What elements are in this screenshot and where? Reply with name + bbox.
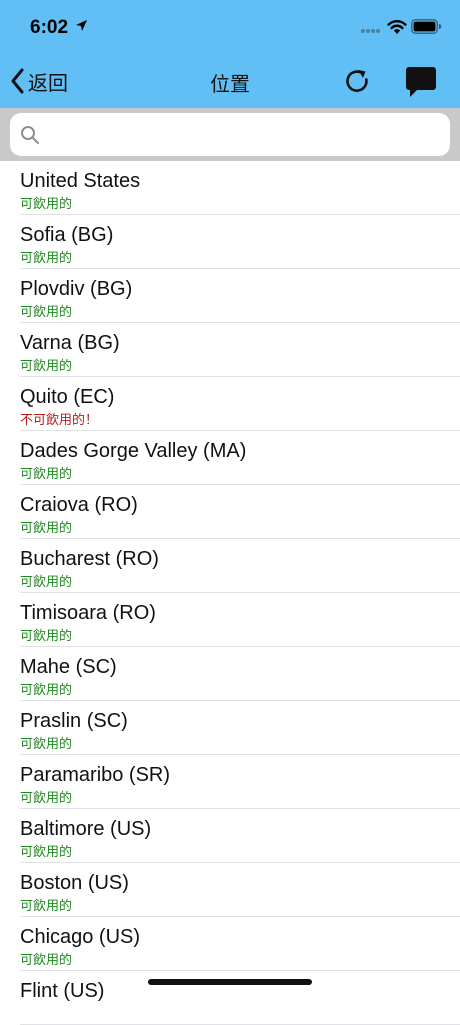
status-bar: 6:02	[0, 0, 460, 56]
search-bar	[0, 108, 460, 161]
list-item[interactable]: Plovdiv (BG) 可飲用的	[20, 269, 460, 323]
location-arrow-icon	[76, 20, 87, 31]
location-name: Boston (US)	[20, 872, 129, 894]
list-item[interactable]: Praslin (SC) 可飲用的	[20, 701, 460, 755]
water-status: 可飲用的	[20, 790, 73, 805]
location-list: United States 可飲用的 Sofia (BG) 可飲用的 Plovdiv (…	[0, 161, 460, 1025]
water-status: 可飲用的	[20, 250, 73, 265]
refresh-icon	[346, 70, 368, 92]
cellular-signal-icon	[361, 29, 380, 33]
water-status: 可飲用的	[20, 844, 73, 859]
battery-icon	[411, 19, 442, 34]
water-status: 可飲用的	[20, 736, 73, 751]
location-name: Bucharest (RO)	[20, 548, 159, 570]
water-status: 可飲用的	[20, 358, 73, 373]
location-name: Quito (EC)	[20, 386, 115, 408]
water-status: 可飲用的	[20, 466, 73, 481]
location-name: Flint (US)	[20, 980, 105, 1002]
list-item[interactable]: Chicago (US) 可飲用的	[20, 917, 460, 971]
location-name: Chicago (US)	[20, 926, 141, 948]
refresh-button[interactable]	[342, 66, 372, 101]
location-name: Dades Gorge Valley (MA)	[20, 440, 247, 462]
location-name: Mahe (SC)	[20, 656, 117, 678]
search-input[interactable]	[48, 119, 442, 151]
list-item[interactable]: Dades Gorge Valley (MA) 可飲用的	[20, 431, 460, 485]
location-name: Praslin (SC)	[20, 710, 128, 732]
location-name: Paramaribo (SR)	[20, 764, 171, 786]
water-status: 可飲用的	[20, 952, 73, 967]
list-item[interactable]: Quito (EC) 不可飲用的！	[20, 377, 460, 431]
list-item[interactable]: Varna (BG) 可飲用的	[20, 323, 460, 377]
location-name: Craiova (RO)	[20, 494, 138, 516]
location-name: Baltimore (US)	[20, 818, 152, 840]
search-icon	[21, 126, 39, 144]
water-status: 可飲用的	[20, 682, 73, 697]
water-status: 可飲用的	[20, 196, 73, 211]
header: 6:02 返回 位置	[0, 0, 460, 108]
water-status: 可飲用的	[20, 574, 73, 589]
water-status: 可飲用的	[20, 304, 73, 319]
location-name: Sofia (BG)	[20, 224, 114, 246]
home-indicator	[148, 979, 312, 985]
water-status: 可飲用的	[20, 628, 73, 643]
location-name: Varna (BG)	[20, 332, 120, 354]
location-name: United States	[20, 170, 141, 192]
water-status: 不可飲用的！	[20, 412, 99, 427]
list-item[interactable]: Craiova (RO) 可飲用的	[20, 485, 460, 539]
wifi-icon	[387, 20, 407, 34]
list-item[interactable]: Sofia (BG) 可飲用的	[20, 215, 460, 269]
location-name: Plovdiv (BG)	[20, 278, 133, 300]
list-item[interactable]: Mahe (SC) 可飲用的	[20, 647, 460, 701]
list-item[interactable]: United States 可飲用的	[20, 161, 460, 215]
list-item[interactable]: Boston (US) 可飲用的	[20, 863, 460, 917]
search-box[interactable]	[10, 113, 450, 156]
list-item[interactable]: Timisoara (RO) 可飲用的	[20, 593, 460, 647]
message-button[interactable]	[405, 65, 437, 104]
list-item[interactable]: Bucharest (RO) 可飲用的	[20, 539, 460, 593]
navigation-bar: 返回 位置	[0, 56, 460, 108]
water-status: 可飲用的	[20, 898, 73, 913]
status-time: 6:02	[30, 17, 69, 38]
page-title: 位置	[210, 74, 250, 96]
speech-bubble-icon	[406, 67, 436, 97]
list-item[interactable]: Paramaribo (SR) 可飲用的	[20, 755, 460, 809]
location-name: Timisoara (RO)	[20, 602, 156, 624]
list-item[interactable]: Baltimore (US) 可飲用的	[20, 809, 460, 863]
water-status: 可飲用的	[20, 520, 73, 535]
